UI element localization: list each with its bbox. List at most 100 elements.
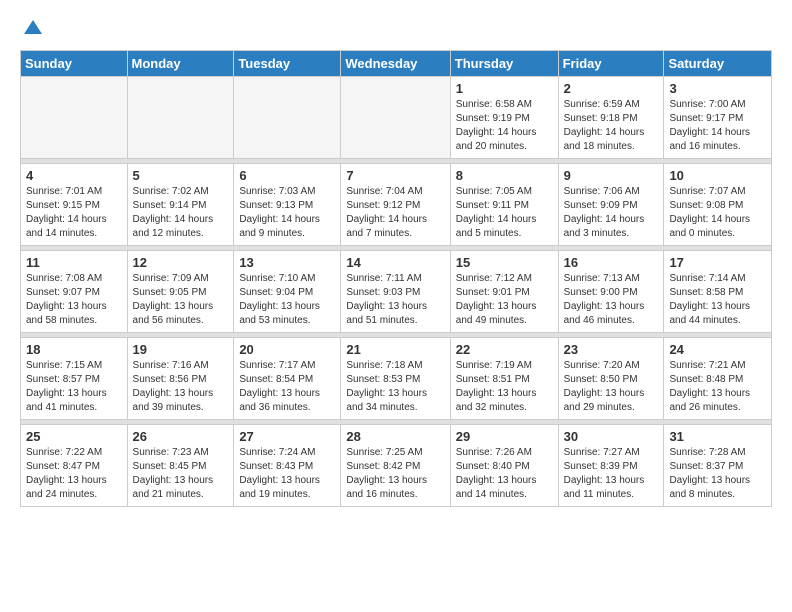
calendar-cell: 23 Sunrise: 7:20 AM Sunset: 8:50 PM Dayli…: [558, 338, 664, 420]
day-number: 5: [133, 168, 229, 183]
day-number: 27: [239, 429, 335, 444]
day-number: 24: [669, 342, 766, 357]
day-number: 17: [669, 255, 766, 270]
calendar-cell: 18 Sunrise: 7:15 AM Sunset: 8:57 PM Dayli…: [21, 338, 128, 420]
day-number: 8: [456, 168, 553, 183]
day-number: 30: [564, 429, 659, 444]
weekday-header-saturday: Saturday: [664, 51, 772, 77]
day-info: Sunrise: 7:23 AM Sunset: 8:45 PM Dayligh…: [133, 446, 229, 502]
day-number: 3: [669, 81, 766, 96]
weekday-header-tuesday: Tuesday: [234, 51, 341, 77]
day-info: Sunrise: 7:24 AM Sunset: 8:43 PM Dayligh…: [239, 446, 335, 502]
day-info: Sunrise: 7:10 AM Sunset: 9:04 PM Dayligh…: [239, 272, 335, 328]
calendar-cell: 21Sunrise: 7:18 AM Sunset: 8:53 PM Dayli…: [341, 338, 450, 420]
calendar-cell: 25Sunrise: 7:22 AM Sunset: 8:47 PM Dayli…: [21, 425, 128, 507]
day-info: Sunrise: 7:09 AM Sunset: 9:05 PM Dayligh…: [133, 272, 229, 328]
calendar-cell: 4 Sunrise: 7:01 AM Sunset: 9:15 PM Daylig…: [21, 164, 128, 246]
calendar-cell: [234, 77, 341, 159]
calendar-cell: [21, 77, 128, 159]
day-info: Sunrise: 7:26 AM Sunset: 8:40 PM Dayligh…: [456, 446, 553, 502]
weekday-header-wednesday: Wednesday: [341, 51, 450, 77]
calendar-cell: 28Sunrise: 7:25 AM Sunset: 8:42 PM Dayli…: [341, 425, 450, 507]
day-info: Sunrise: 7:19 AM Sunset: 8:51 PM Dayligh…: [456, 359, 553, 415]
day-info: Sunrise: 7:00 AM Sunset: 9:17 PM Dayligh…: [669, 98, 766, 154]
calendar-cell: 8 Sunrise: 7:05 AM Sunset: 9:11 PM Daylig…: [450, 164, 558, 246]
day-number: 15: [456, 255, 553, 270]
day-number: 1: [456, 81, 553, 96]
calendar-cell: 29 Sunrise: 7:26 AM Sunset: 8:40 PM Dayli…: [450, 425, 558, 507]
weekday-header-friday: Friday: [558, 51, 664, 77]
day-number: 29: [456, 429, 553, 444]
calendar-cell: 17 Sunrise: 7:14 AM Sunset: 8:58 PM Dayli…: [664, 251, 772, 333]
calendar-cell: 24 Sunrise: 7:21 AM Sunset: 8:48 PM Dayli…: [664, 338, 772, 420]
day-number: 18: [26, 342, 122, 357]
week-row-1: 1 Sunrise: 6:58 AM Sunset: 9:19 PM Daylig…: [21, 77, 772, 159]
day-info: Sunrise: 7:08 AM Sunset: 9:07 PM Dayligh…: [26, 272, 122, 328]
day-info: Sunrise: 7:01 AM Sunset: 9:15 PM Dayligh…: [26, 185, 122, 241]
day-info: Sunrise: 7:05 AM Sunset: 9:11 PM Dayligh…: [456, 185, 553, 241]
day-info: Sunrise: 7:13 AM Sunset: 9:00 PM Dayligh…: [564, 272, 659, 328]
day-number: 6: [239, 168, 335, 183]
day-info: Sunrise: 7:12 AM Sunset: 9:01 PM Dayligh…: [456, 272, 553, 328]
day-info: Sunrise: 6:58 AM Sunset: 9:19 PM Dayligh…: [456, 98, 553, 154]
calendar-cell: 1 Sunrise: 6:58 AM Sunset: 9:19 PM Daylig…: [450, 77, 558, 159]
day-number: 19: [133, 342, 229, 357]
calendar-cell: 6 Sunrise: 7:03 AM Sunset: 9:13 PM Daylig…: [234, 164, 341, 246]
calendar-cell: 16 Sunrise: 7:13 AM Sunset: 9:00 PM Dayli…: [558, 251, 664, 333]
week-row-5: 25Sunrise: 7:22 AM Sunset: 8:47 PM Dayli…: [21, 425, 772, 507]
calendar-cell: 11 Sunrise: 7:08 AM Sunset: 9:07 PM Dayli…: [21, 251, 128, 333]
day-info: Sunrise: 7:25 AM Sunset: 8:42 PM Dayligh…: [346, 446, 444, 502]
calendar-cell: 14Sunrise: 7:11 AM Sunset: 9:03 PM Dayli…: [341, 251, 450, 333]
day-number: 11: [26, 255, 122, 270]
day-number: 16: [564, 255, 659, 270]
day-number: 20: [239, 342, 335, 357]
day-info: Sunrise: 7:18 AM Sunset: 8:53 PM Dayligh…: [346, 359, 444, 415]
calendar-cell: 19 Sunrise: 7:16 AM Sunset: 8:56 PM Dayli…: [127, 338, 234, 420]
day-number: 13: [239, 255, 335, 270]
day-info: Sunrise: 7:16 AM Sunset: 8:56 PM Dayligh…: [133, 359, 229, 415]
day-info: Sunrise: 7:28 AM Sunset: 8:37 PM Dayligh…: [669, 446, 766, 502]
logo-icon: [22, 16, 44, 38]
day-number: 2: [564, 81, 659, 96]
day-info: Sunrise: 7:04 AM Sunset: 9:12 PM Dayligh…: [346, 185, 444, 241]
calendar-cell: 9 Sunrise: 7:06 AM Sunset: 9:09 PM Daylig…: [558, 164, 664, 246]
day-info: Sunrise: 7:06 AM Sunset: 9:09 PM Dayligh…: [564, 185, 659, 241]
day-info: Sunrise: 7:07 AM Sunset: 9:08 PM Dayligh…: [669, 185, 766, 241]
calendar-cell: [127, 77, 234, 159]
calendar-cell: 22 Sunrise: 7:19 AM Sunset: 8:51 PM Dayli…: [450, 338, 558, 420]
calendar-cell: 26 Sunrise: 7:23 AM Sunset: 8:45 PM Dayli…: [127, 425, 234, 507]
day-number: 14: [346, 255, 444, 270]
week-row-3: 11 Sunrise: 7:08 AM Sunset: 9:07 PM Dayli…: [21, 251, 772, 333]
day-info: Sunrise: 7:02 AM Sunset: 9:14 PM Dayligh…: [133, 185, 229, 241]
calendar: SundayMondayTuesdayWednesdayThursdayFrid…: [20, 50, 772, 507]
calendar-cell: 2 Sunrise: 6:59 AM Sunset: 9:18 PM Daylig…: [558, 77, 664, 159]
calendar-cell: 12 Sunrise: 7:09 AM Sunset: 9:05 PM Dayli…: [127, 251, 234, 333]
calendar-cell: 10 Sunrise: 7:07 AM Sunset: 9:08 PM Dayli…: [664, 164, 772, 246]
logo: [20, 16, 44, 38]
day-number: 25: [26, 429, 122, 444]
day-number: 7: [346, 168, 444, 183]
day-info: Sunrise: 7:21 AM Sunset: 8:48 PM Dayligh…: [669, 359, 766, 415]
day-info: Sunrise: 7:14 AM Sunset: 8:58 PM Dayligh…: [669, 272, 766, 328]
day-number: 9: [564, 168, 659, 183]
day-info: Sunrise: 7:20 AM Sunset: 8:50 PM Dayligh…: [564, 359, 659, 415]
day-number: 22: [456, 342, 553, 357]
calendar-cell: 27 Sunrise: 7:24 AM Sunset: 8:43 PM Dayli…: [234, 425, 341, 507]
day-number: 10: [669, 168, 766, 183]
day-number: 23: [564, 342, 659, 357]
calendar-cell: 31Sunrise: 7:28 AM Sunset: 8:37 PM Dayli…: [664, 425, 772, 507]
calendar-cell: 20Sunrise: 7:17 AM Sunset: 8:54 PM Dayli…: [234, 338, 341, 420]
weekday-header-monday: Monday: [127, 51, 234, 77]
day-info: Sunrise: 7:03 AM Sunset: 9:13 PM Dayligh…: [239, 185, 335, 241]
day-number: 4: [26, 168, 122, 183]
day-number: 26: [133, 429, 229, 444]
header: [20, 16, 772, 38]
calendar-cell: 7 Sunrise: 7:04 AM Sunset: 9:12 PM Daylig…: [341, 164, 450, 246]
day-number: 12: [133, 255, 229, 270]
calendar-cell: 15 Sunrise: 7:12 AM Sunset: 9:01 PM Dayli…: [450, 251, 558, 333]
day-info: Sunrise: 7:27 AM Sunset: 8:39 PM Dayligh…: [564, 446, 659, 502]
calendar-cell: 5 Sunrise: 7:02 AM Sunset: 9:14 PM Daylig…: [127, 164, 234, 246]
day-info: Sunrise: 7:15 AM Sunset: 8:57 PM Dayligh…: [26, 359, 122, 415]
day-info: Sunrise: 6:59 AM Sunset: 9:18 PM Dayligh…: [564, 98, 659, 154]
week-row-4: 18 Sunrise: 7:15 AM Sunset: 8:57 PM Dayli…: [21, 338, 772, 420]
